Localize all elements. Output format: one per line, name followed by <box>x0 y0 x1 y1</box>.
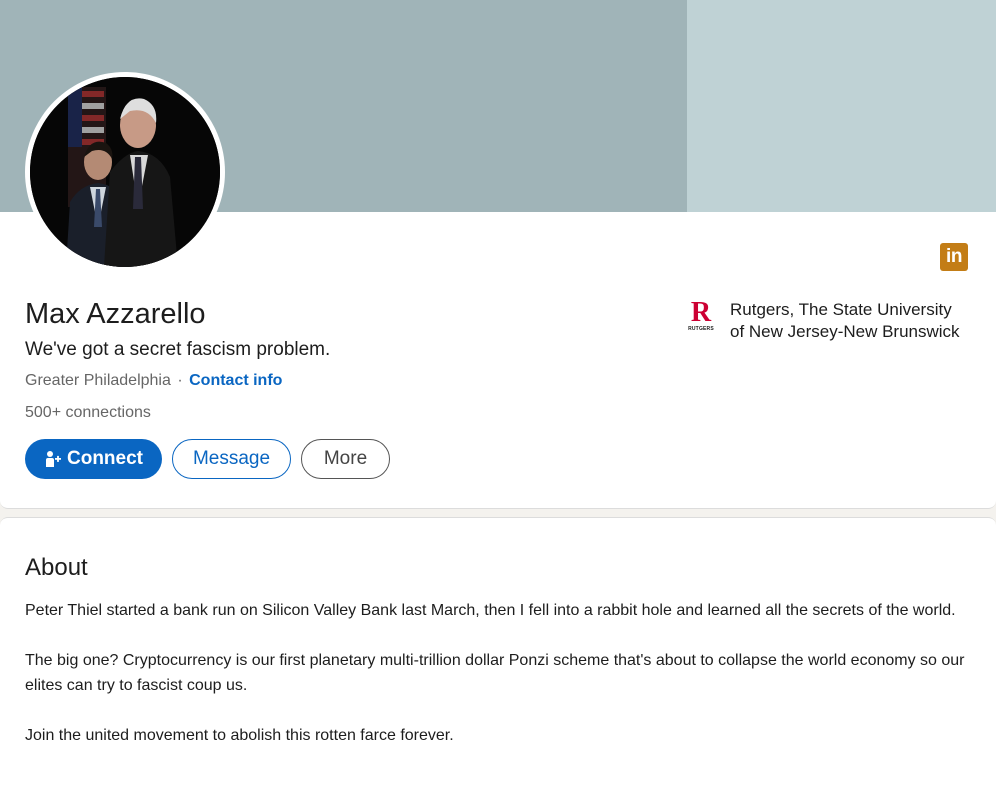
profile-name: Max Azzarello <box>25 298 206 330</box>
profile-photo <box>30 77 220 267</box>
separator-dot: · <box>177 372 183 389</box>
add-person-icon <box>44 450 62 468</box>
linkedin-icon-label: in <box>946 246 962 267</box>
about-card: About Peter Thiel started a bank run on … <box>0 517 996 797</box>
contact-info-link[interactable]: Contact info <box>189 372 282 389</box>
about-paragraph: Peter Thiel started a bank run on Silico… <box>25 602 956 619</box>
profile-avatar[interactable] <box>25 72 225 272</box>
rutgers-logo-icon: R RUTGERS <box>686 297 716 335</box>
connect-button[interactable]: Connect <box>25 439 162 479</box>
school-name-line1: Rutgers, The State University <box>730 300 952 319</box>
profile-location-line: Greater Philadelphia · Contact info <box>25 372 282 390</box>
profile-actions: Connect Message More <box>25 439 390 479</box>
school-name-line2: of New Jersey-New Brunswick <box>730 322 960 341</box>
profile-headline: We've got a secret fascism problem. <box>25 339 331 360</box>
linkedin-icon[interactable]: in <box>940 243 968 271</box>
rutgers-logo-wordmark: RUTGERS <box>688 326 714 332</box>
about-paragraph: Join the united movement to abolish this… <box>25 727 454 744</box>
more-button-label: More <box>323 448 368 469</box>
more-button[interactable]: More <box>301 439 390 479</box>
connect-button-label: Connect <box>67 448 143 469</box>
message-button-label: Message <box>192 448 271 469</box>
banner-right-panel <box>687 0 996 212</box>
connections-label: 500+ connections <box>25 404 151 421</box>
message-button[interactable]: Message <box>172 439 291 479</box>
connections-count[interactable]: 500+ connections <box>25 404 151 422</box>
about-title: About <box>25 554 88 581</box>
education-entry[interactable]: R RUTGERS Rutgers, The State University … <box>686 299 980 343</box>
school-name: Rutgers, The State University of New Jer… <box>730 299 980 343</box>
rutgers-logo-letter: R <box>690 297 712 328</box>
profile-location: Greater Philadelphia <box>25 372 171 389</box>
about-paragraph: The big one? Cryptocurrency is our first… <box>25 652 965 694</box>
profile-top-card: in Max Azzarello We've got a secret fasc… <box>0 0 996 509</box>
about-body: Peter Thiel started a bank run on Silico… <box>25 598 970 773</box>
